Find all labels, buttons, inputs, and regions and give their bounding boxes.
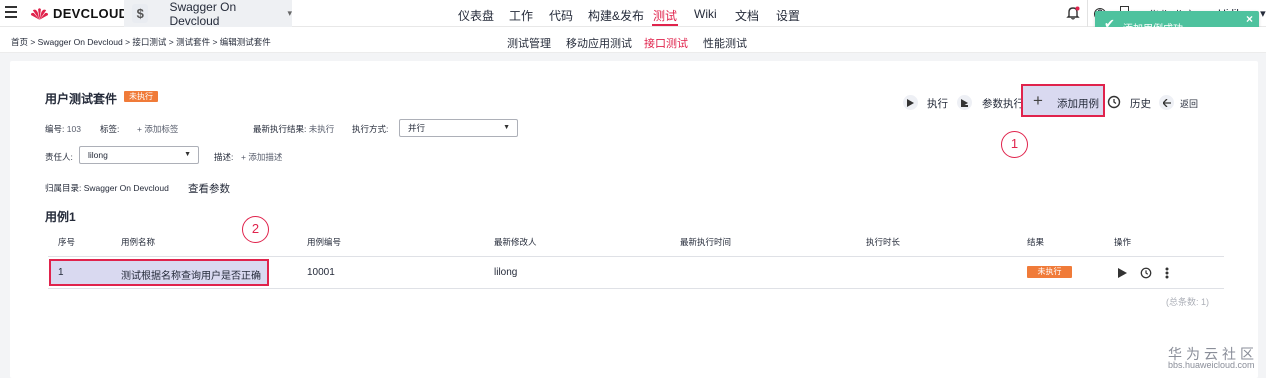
step-marker-2: 2	[242, 216, 269, 243]
back-arrow-icon[interactable]	[1159, 95, 1174, 110]
history-icon[interactable]	[1140, 267, 1152, 279]
exec-mode-select[interactable]: 并行 ▼	[399, 119, 518, 137]
tab-mobile-test[interactable]: 移动应用测试	[566, 35, 632, 51]
menu-icon[interactable]	[5, 6, 17, 18]
tab-test-management[interactable]: 测试管理	[507, 35, 551, 51]
view-params-link[interactable]: 查看参数	[188, 181, 230, 196]
back-button[interactable]: 返回	[1180, 97, 1198, 110]
nav-code[interactable]: 代码	[549, 7, 573, 24]
watermark-url: bbs.huaweicloud.com	[1168, 360, 1255, 370]
step-marker-1: 1	[1001, 131, 1028, 158]
total-count: (总条数: 1)	[1166, 297, 1210, 307]
cell-modifier: lilong	[494, 267, 518, 278]
exec-mode-value: 并行	[408, 123, 426, 133]
tab-api-test[interactable]: 接口测试	[644, 35, 688, 51]
history-button[interactable]: 历史	[1130, 96, 1151, 111]
history-icon[interactable]	[1107, 95, 1121, 109]
column-header-actions: 操作	[1114, 237, 1132, 247]
directory-label: 归属目录: Swagger On Devcloud	[45, 182, 169, 194]
tags-label: 标签:	[100, 124, 120, 134]
nav-work[interactable]: 工作	[509, 7, 533, 24]
project-icon: $	[132, 4, 149, 23]
add-description-link[interactable]: + 添加描述	[241, 151, 282, 163]
divider	[1087, 0, 1088, 27]
breadcrumb[interactable]: 首页 > Swagger On Devcloud > 接口测试 > 测试套件 >…	[11, 36, 271, 48]
result-badge: 未执行	[1027, 266, 1072, 278]
cell-no: 1	[58, 267, 64, 278]
bell-icon[interactable]	[1066, 6, 1080, 20]
plus-icon: +	[1033, 91, 1043, 110]
column-header-code: 用例编号	[307, 237, 342, 247]
page-title: 用户测试套件	[45, 92, 118, 106]
description-label: 描述:	[214, 152, 234, 162]
project-name: Swagger On Devcloud	[169, 0, 237, 28]
nav-settings[interactable]: 设置	[776, 7, 800, 24]
nav-test[interactable]: 测试	[653, 7, 677, 24]
chevron-down-icon: ▼	[503, 124, 510, 131]
nav-dashboard[interactable]: 仪表盘	[458, 7, 494, 24]
exec-mode-label: 执行方式:	[352, 124, 389, 134]
more-icon[interactable]	[1165, 267, 1169, 279]
divider	[48, 288, 1224, 289]
id-value: 103	[66, 124, 81, 134]
close-icon[interactable]: ×	[1246, 12, 1253, 26]
column-header-duration: 执行时长	[866, 237, 901, 247]
param-play-icon[interactable]	[957, 95, 972, 110]
sub-bar: 首页 > Swagger On Devcloud > 接口测试 > 测试套件 >…	[0, 27, 1266, 53]
nav-build-release[interactable]: 构建&发布	[588, 7, 644, 24]
nav-docs[interactable]: 文档	[735, 7, 759, 24]
owner-select[interactable]: lilong ▼	[79, 146, 199, 164]
id-label-text: 编号:	[45, 124, 65, 134]
param-execute-button[interactable]: 参数执行	[982, 96, 1024, 111]
column-header-no: 序号	[58, 237, 76, 247]
owner-value: lilong	[88, 150, 108, 160]
column-header-modifier: 最新修改人	[494, 237, 537, 247]
cell-case-name[interactable]: 测试根据名称查询用户是否正确	[121, 267, 261, 282]
column-header-result: 结果	[1027, 237, 1045, 247]
play-icon[interactable]	[903, 95, 918, 110]
last-result-label: 最新执行结果: 未执行	[253, 123, 334, 135]
tab-perf-test[interactable]: 性能测试	[703, 35, 747, 51]
play-icon[interactable]	[1118, 268, 1127, 278]
chevron-down-icon: ▾	[287, 8, 292, 18]
huawei-logo-icon	[30, 7, 49, 20]
execute-button[interactable]: 执行	[927, 96, 948, 111]
last-result-label-text: 最新执行结果:	[253, 124, 307, 134]
add-case-label: 添加用例	[1057, 98, 1099, 110]
divider	[48, 256, 1224, 257]
owner-label: 责任人:	[45, 152, 73, 162]
top-bar: DEVCLOUD $ Swagger On Devcloud ▾ 仪表盘 工作 …	[0, 0, 1266, 28]
column-header-name: 用例名称	[121, 237, 156, 247]
column-header-last-exec: 最新执行时间	[680, 237, 732, 247]
project-switcher[interactable]: $ Swagger On Devcloud ▾	[124, 0, 292, 28]
section-title: 用例1	[45, 210, 76, 224]
nav-active-underline	[652, 24, 678, 26]
brand-logo[interactable]: DEVCLOUD	[30, 5, 128, 22]
last-result-value: 未执行	[308, 124, 335, 134]
chevron-down-icon: ▼	[184, 151, 191, 158]
add-case-button[interactable]: + 添加用例	[1021, 84, 1105, 117]
add-tag-link[interactable]: + 添加标签	[137, 123, 178, 135]
brand-name: DEVCLOUD	[53, 6, 129, 21]
nav-wiki[interactable]: Wiki	[694, 7, 717, 21]
cell-code: 10001	[307, 267, 335, 278]
directory-value: Swagger On Devcloud	[83, 183, 169, 193]
directory-label-text: 归属目录:	[45, 183, 82, 193]
id-label: 编号: 103	[45, 123, 81, 135]
status-badge: 未执行	[124, 91, 158, 102]
